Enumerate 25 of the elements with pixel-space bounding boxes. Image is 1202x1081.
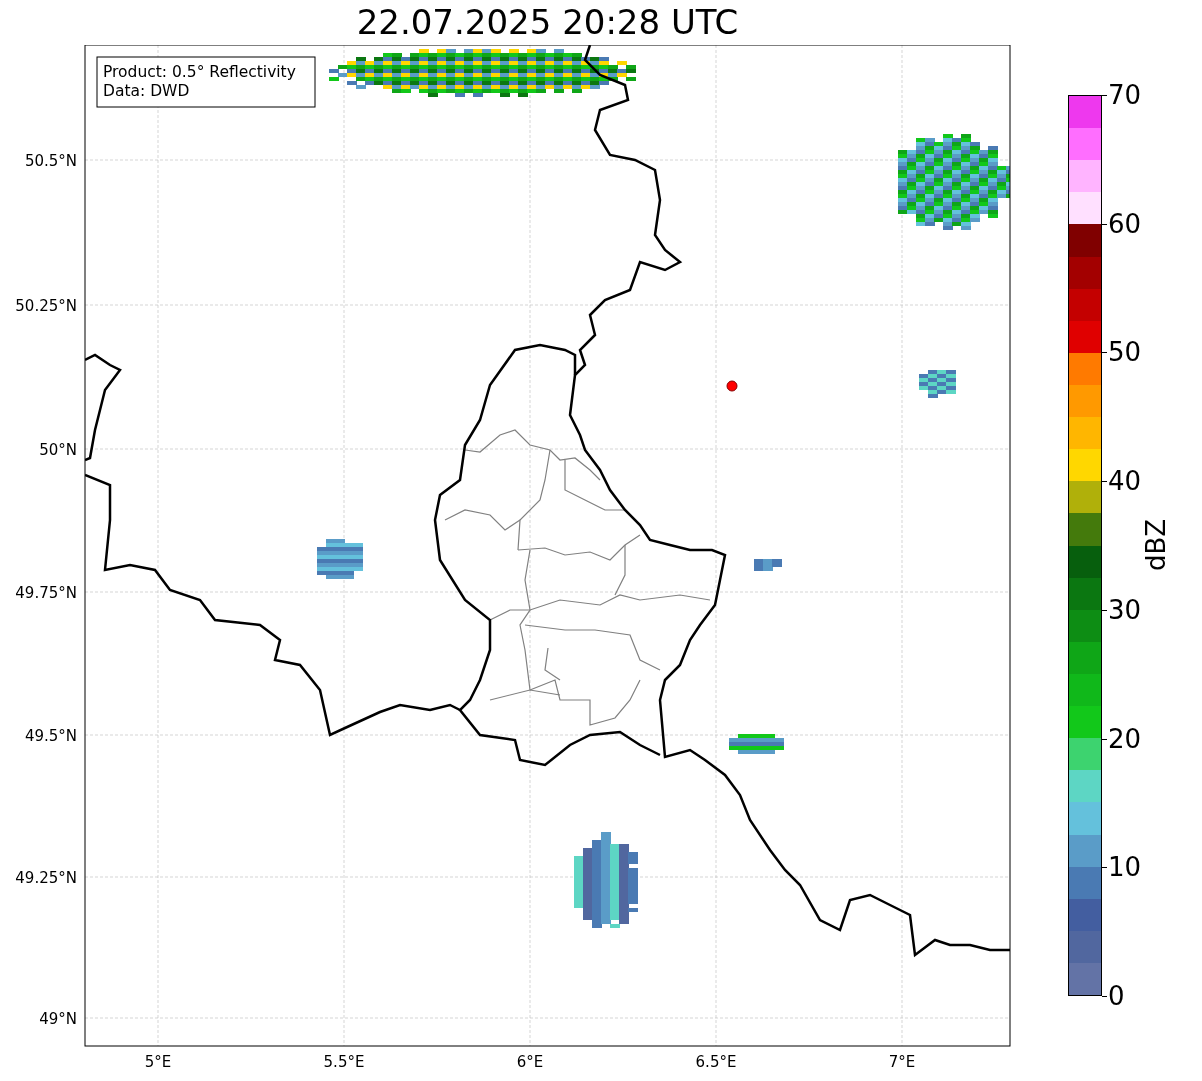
scale-tick-label: 50: [1108, 337, 1142, 368]
radar-site-marker: [726, 380, 738, 392]
longitude-label: 6°E: [516, 1053, 544, 1071]
latitude-label: 49°N: [39, 1010, 77, 1028]
scale-tick-label: 60: [1108, 208, 1142, 239]
scale-tick-label: 40: [1108, 466, 1142, 497]
latitude-label: 50°N: [39, 441, 77, 459]
info-text: Data: DWD: [103, 82, 190, 100]
latitude-label: 49.5°N: [24, 727, 77, 745]
latitude-label: 50.5°N: [24, 152, 77, 170]
longitude-label: 5°E: [144, 1053, 172, 1071]
chart-title: 22.07.2025 20:28 UTC: [355, 1, 740, 44]
latitude-label: 49.75°N: [15, 584, 77, 602]
scale-tick-label: 20: [1108, 723, 1142, 754]
scale-tick-label: 70: [1108, 80, 1142, 110]
longitude-label: 6.5°E: [695, 1053, 737, 1071]
scale-tick-label: 10: [1108, 852, 1142, 883]
info-text: Product: 0.5° Reflectivity: [103, 63, 296, 81]
latitude-label: 49.25°N: [15, 869, 77, 887]
scale-tick-label: 30: [1108, 594, 1142, 625]
scale-label: dBZ: [1141, 518, 1171, 572]
longitude-label: 5.5°E: [323, 1053, 365, 1071]
scale-tick-label: 0: [1108, 981, 1125, 1011]
latitude-label: 50.25°N: [15, 297, 77, 315]
longitude-label: 7°E: [888, 1053, 916, 1071]
